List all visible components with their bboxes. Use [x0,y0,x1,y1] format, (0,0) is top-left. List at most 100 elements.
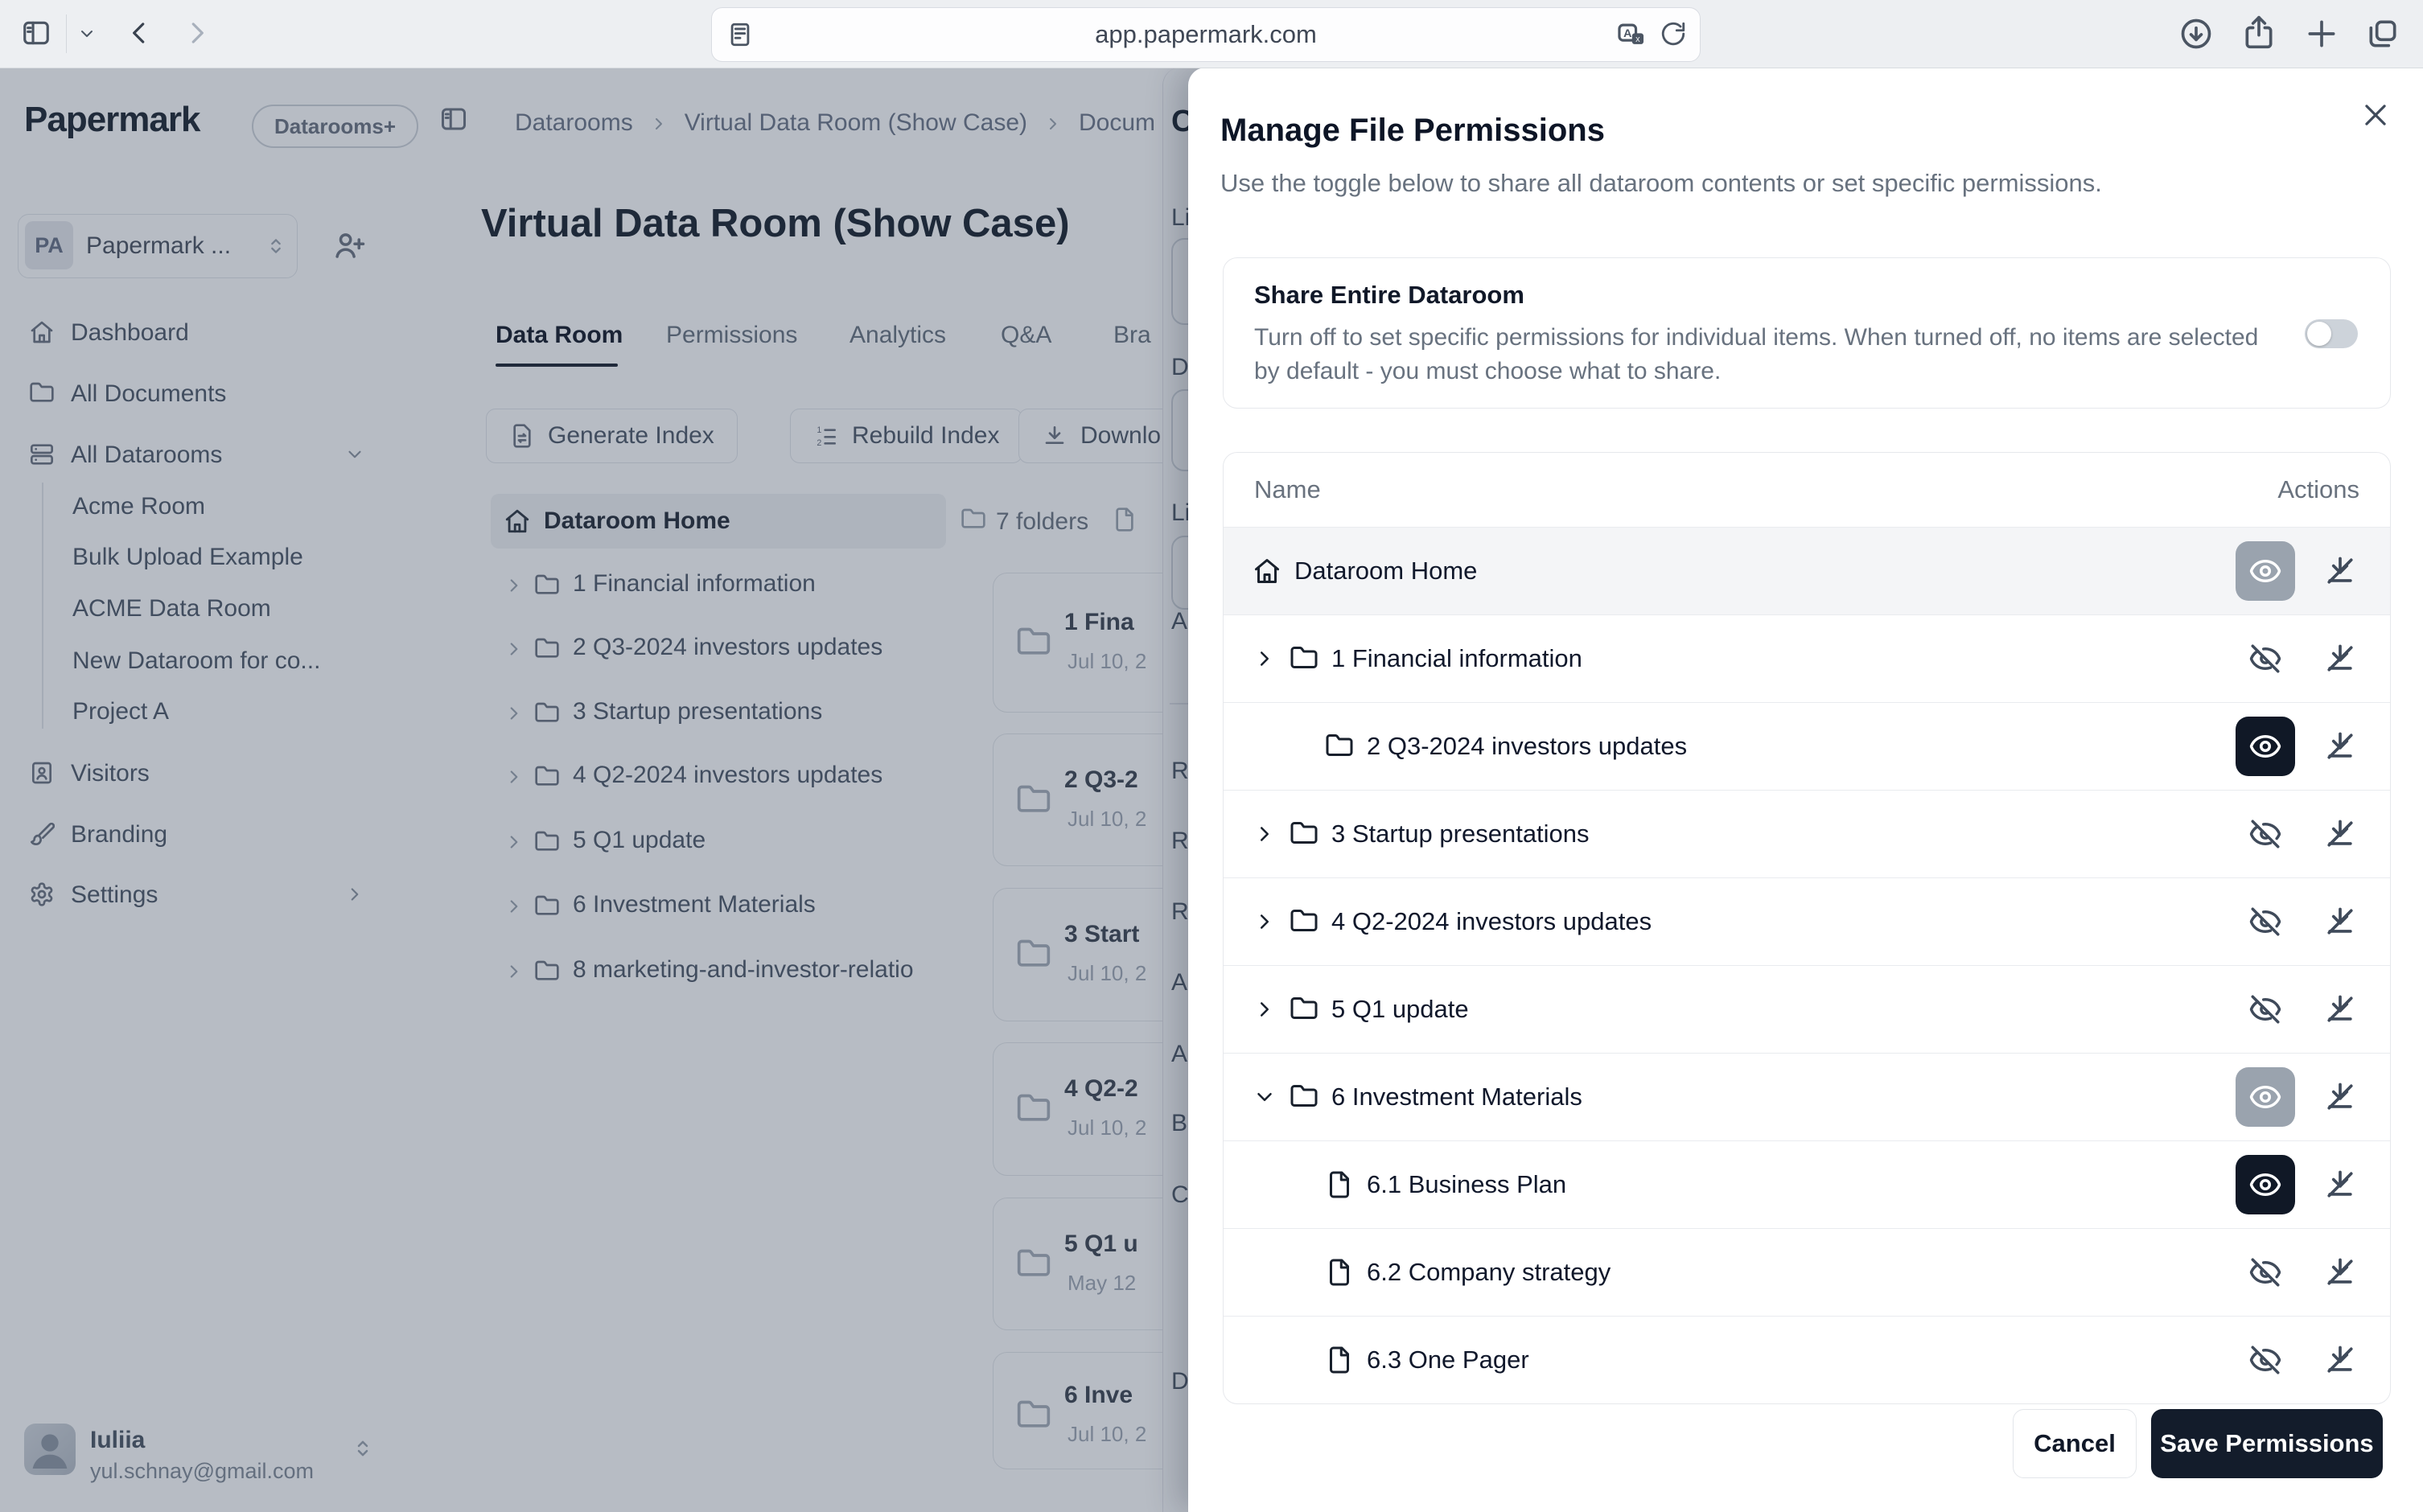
view-toggle-button[interactable] [2236,980,2295,1039]
url-bar[interactable]: app.papermark.com [711,7,1701,62]
download-toggle-button[interactable] [2319,541,2361,601]
new-tab-button[interactable] [2304,16,2339,51]
share-button[interactable] [2241,14,2277,50]
permission-row-q1-update: 5 Q1 update [1224,965,2390,1053]
new-tab-plus-icon [2304,16,2339,51]
back-button[interactable] [124,18,154,48]
back-arrow-icon [124,18,154,48]
cancel-button[interactable]: Cancel [2013,1409,2137,1478]
permissions-table-header: Name Actions [1224,453,2390,527]
forward-button[interactable] [182,18,212,48]
download-slash-icon [2322,729,2358,764]
url-text: app.papermark.com [1095,20,1317,49]
chrome-divider [66,14,67,53]
view-toggle-button[interactable] [2236,1330,2295,1390]
chevron-right-icon[interactable] [1253,997,1277,1021]
chevron-right-icon[interactable] [1253,647,1277,671]
forward-arrow-icon [182,18,212,48]
view-toggle-button[interactable] [2236,1067,2295,1127]
download-toggle-button[interactable] [2319,980,2361,1039]
close-modal-button[interactable] [2360,100,2391,130]
download-toggle-button[interactable] [2319,629,2361,688]
eye-icon [2248,554,2282,588]
permission-row-one-pager: 6.3 One Pager [1224,1316,2390,1403]
download-toggle-button[interactable] [2319,1067,2361,1127]
tab-overview-button[interactable] [2365,16,2400,51]
folder-icon [1325,732,1354,761]
tabs-icon [2365,16,2400,51]
download-toggle-button[interactable] [2319,1330,2361,1390]
share-icon [2241,14,2277,50]
download-toggle-button[interactable] [2319,717,2361,776]
download-toggle-button[interactable] [2319,1155,2361,1214]
folder-icon [1290,907,1318,936]
download-slash-icon [2322,641,2358,676]
eye-icon [2248,1080,2282,1114]
view-toggle-button[interactable] [2236,629,2295,688]
eye-off-icon [2248,992,2282,1026]
download-toggle-button[interactable] [2319,1243,2361,1302]
view-toggle-button[interactable] [2236,892,2295,951]
reader-button[interactable] [726,21,754,48]
download-slash-icon [2322,1079,2358,1115]
chevron-down-icon [77,24,97,43]
translate-icon [1616,19,1647,50]
download-slash-icon [2322,1255,2358,1290]
file-icon [1325,1258,1354,1287]
download-slash-icon [2322,992,2358,1027]
chevron-right-icon[interactable] [1253,910,1277,934]
view-toggle-button[interactable] [2236,717,2295,776]
file-icon [1325,1170,1354,1199]
manage-permissions-modal: Manage File Permissions Use the toggle b… [1188,68,2423,1512]
share-entire-dataroom-card: Share Entire Dataroom Turn off to set sp… [1223,257,2391,409]
download-slash-icon [2322,1342,2358,1378]
sidebar-panel-icon [21,18,51,48]
view-toggle-button[interactable] [2236,1155,2295,1214]
share-entire-dataroom-toggle[interactable] [2305,319,2358,348]
home-icon [1253,557,1281,585]
eye-off-icon [2248,905,2282,939]
permission-row-business-plan: 6.1 Business Plan [1224,1140,2390,1228]
download-toggle-button[interactable] [2319,804,2361,864]
view-toggle-button[interactable] [2236,541,2295,601]
browser-sidebar-toggle-button[interactable] [21,18,51,48]
eye-off-icon [2248,1343,2282,1377]
permission-row-startup-presentations: 3 Startup presentations [1224,790,2390,877]
close-icon [2360,100,2391,130]
reload-icon [1660,20,1687,47]
download-slash-icon [2322,1167,2358,1202]
download-slash-icon [2322,816,2358,852]
permission-row-q3-2024-updates: 2 Q3-2024 investors updates [1224,702,2390,790]
view-toggle-button[interactable] [2236,1243,2295,1302]
actions-column-header: Actions [2277,475,2359,504]
download-toggle-button[interactable] [2319,892,2361,951]
translate-button[interactable] [1616,19,1647,50]
folder-icon [1290,644,1318,673]
download-slash-icon [2322,904,2358,939]
share-card-description: Turn off to set specific permissions for… [1254,321,2276,388]
chevron-right-icon[interactable] [1253,822,1277,846]
name-column-header: Name [1254,475,1321,504]
file-icon [1325,1346,1354,1374]
permission-row-investment-materials: 6 Investment Materials [1224,1053,2390,1140]
save-permissions-button[interactable]: Save Permissions [2151,1409,2383,1478]
eye-off-icon [2248,642,2282,676]
permission-row-q2-2024-updates: 4 Q2-2024 investors updates [1224,877,2390,965]
reader-icon [726,21,754,48]
reload-button[interactable] [1660,20,1687,47]
modal-title: Manage File Permissions [1220,113,1605,149]
toggle-knob [2307,322,2331,346]
eye-icon [2248,1168,2282,1202]
browser-chrome: app.papermark.com [0,0,2423,68]
eye-off-icon [2248,817,2282,851]
share-card-title: Share Entire Dataroom [1254,281,1524,310]
download-slash-icon [2322,553,2358,589]
folder-icon [1290,995,1318,1024]
permission-row-dataroom-home: Dataroom Home [1224,527,2390,614]
folder-icon [1290,820,1318,848]
downloads-button[interactable] [2178,16,2214,51]
folder-icon [1290,1083,1318,1111]
sidebar-menu-chevron-button[interactable] [77,24,97,43]
view-toggle-button[interactable] [2236,804,2295,864]
chevron-down-icon[interactable] [1253,1085,1277,1109]
